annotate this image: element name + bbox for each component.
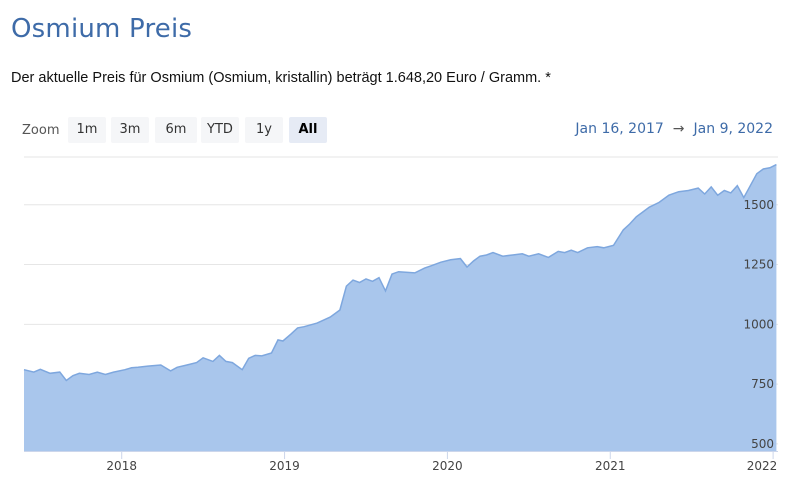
price-chart[interactable]: 2018 2019 2020 2021 2022 500 750 1000 1250 1500	[0, 0, 800, 497]
x-tick-label: 2021	[595, 459, 626, 473]
x-tick-label: 2019	[269, 459, 300, 473]
y-tick-label: 500	[751, 437, 774, 451]
y-tick-label: 750	[751, 377, 774, 391]
y-tick-label: 1500	[743, 198, 774, 212]
y-tick-label: 1250	[743, 258, 774, 272]
x-tick-label: 2022	[747, 459, 778, 473]
x-tick-label: 2020	[432, 459, 463, 473]
x-axis: 2018 2019 2020 2021 2022	[106, 451, 777, 473]
price-area	[24, 164, 777, 451]
x-tick-label: 2018	[106, 459, 137, 473]
y-tick-label: 1000	[743, 317, 774, 331]
